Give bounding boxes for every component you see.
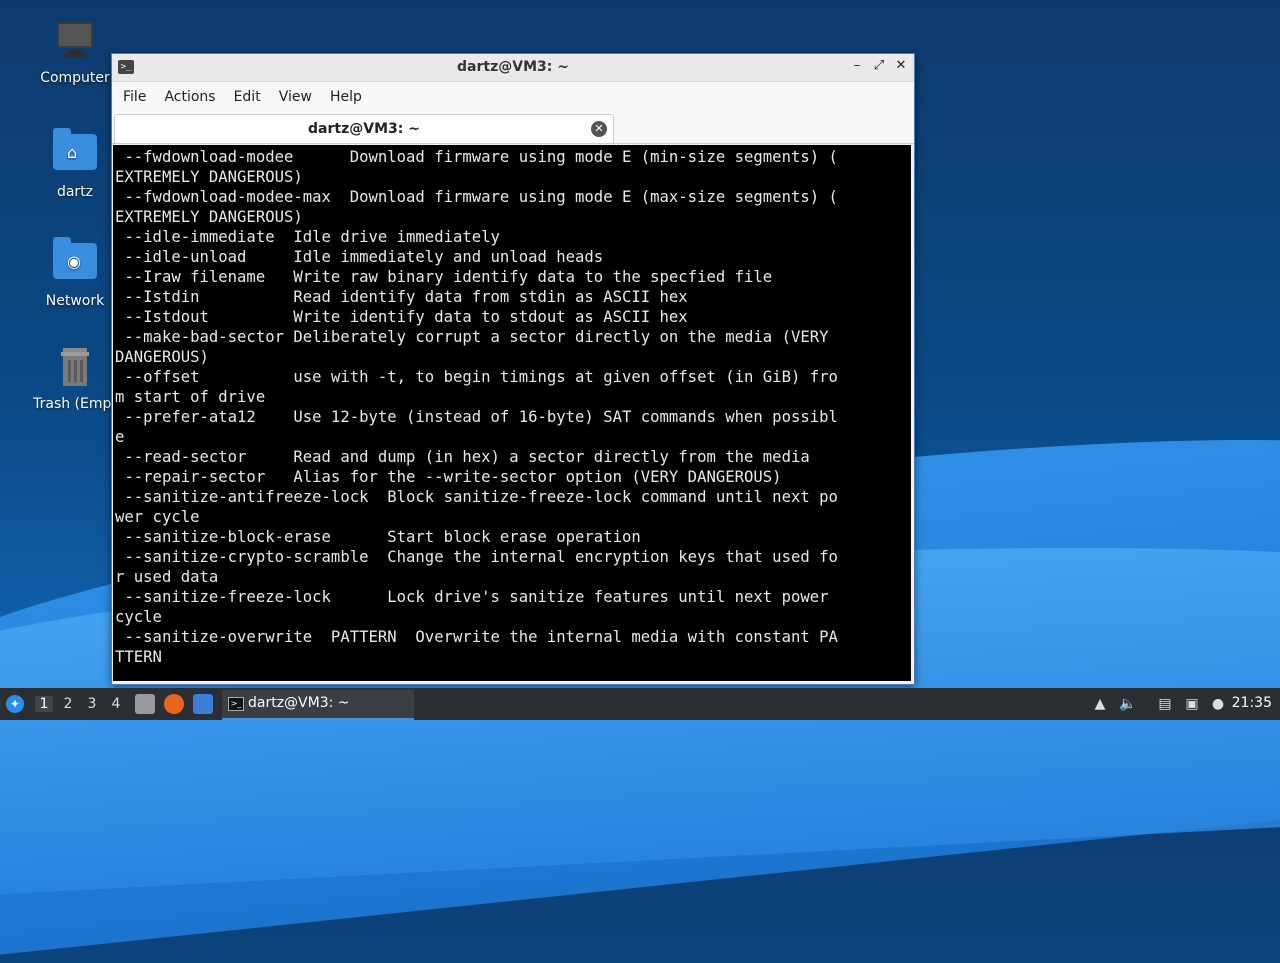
menu-edit[interactable]: Edit xyxy=(227,85,268,109)
menu-file[interactable]: File xyxy=(116,85,153,109)
desktop-icon-label: Trash (Empt xyxy=(33,396,117,412)
window-title: dartz@VM3: ~ xyxy=(457,59,569,75)
taskbar: ✦ 1 2 3 4 >_ dartz@VM3: ~ ▲ 🔈 ▤ ▣ ● 21:3… xyxy=(0,688,1280,720)
minimize-button[interactable]: – xyxy=(850,58,864,73)
notification-icon[interactable]: ● xyxy=(1209,695,1227,713)
computer-icon xyxy=(53,20,97,64)
taskbar-item-label: dartz@VM3: ~ xyxy=(248,695,350,711)
tab-label: dartz@VM3: ~ xyxy=(308,121,420,137)
terminal-line: EXTREMELY DANGEROUS) xyxy=(115,168,303,186)
menu-actions[interactable]: Actions xyxy=(157,85,222,109)
terminal-line: --make-bad-sector Deliberately corrupt a… xyxy=(115,328,829,346)
workspace-4[interactable]: 4 xyxy=(107,696,125,712)
menu-view[interactable]: View xyxy=(272,85,319,109)
terminal-line: --sanitize-overwrite PATTERN Overwrite t… xyxy=(115,628,838,646)
clock: 21:35 xyxy=(1231,695,1272,711)
tab-bar: dartz@VM3: ~ ✕ xyxy=(112,112,914,144)
terminal-line: TTERN xyxy=(115,648,162,666)
terminal-icon: >_ xyxy=(228,697,244,711)
trash-icon xyxy=(53,346,97,390)
tab-close-icon[interactable]: ✕ xyxy=(591,121,607,137)
terminal-output[interactable]: --fwdownload-modee Download firmware usi… xyxy=(113,145,911,681)
terminal-line: wer cycle xyxy=(115,508,200,526)
window-titlebar[interactable]: >_ dartz@VM3: ~ – ⤢ ✕ xyxy=(112,54,914,82)
home-folder-icon: ⌂ xyxy=(53,128,97,178)
desktop-icon-network[interactable]: ◉ Network xyxy=(30,237,120,309)
terminal-line: --sanitize-crypto-scramble Change the in… xyxy=(115,548,838,566)
terminal-line: DANGEROUS) xyxy=(115,348,209,366)
terminal-line: --repair-sector Alias for the --write-se… xyxy=(115,468,782,486)
terminal-line: r used data xyxy=(115,568,219,586)
terminal-line: cycle xyxy=(115,608,162,626)
desktop-icon-label: dartz xyxy=(56,184,94,200)
terminal-line: --fwdownload-modee Download firmware usi… xyxy=(115,148,838,166)
clipboard-icon[interactable]: ▤ xyxy=(1156,695,1174,713)
terminal-line: --read-sector Read and dump (in hex) a s… xyxy=(115,448,810,466)
desktop-icon-label: Computer xyxy=(40,70,110,86)
terminal-line: --offset use with -t, to begin timings a… xyxy=(115,368,838,386)
close-button[interactable]: ✕ xyxy=(894,58,908,73)
terminal-window: >_ dartz@VM3: ~ – ⤢ ✕ File Actions Edit … xyxy=(111,53,915,685)
tray-updates-icon[interactable]: ▲ xyxy=(1091,695,1109,713)
firefox-icon[interactable] xyxy=(164,694,184,714)
workspace-2[interactable]: 2 xyxy=(59,696,77,712)
terminal-line: EXTREMELY DANGEROUS) xyxy=(115,208,303,226)
terminal-line: --idle-unload Idle immediately and unloa… xyxy=(115,248,604,266)
desktop-icon-label: Network xyxy=(45,293,105,309)
terminal-line: e xyxy=(115,428,125,446)
tab-terminal[interactable]: dartz@VM3: ~ ✕ xyxy=(114,114,614,143)
terminal-line: --fwdownload-modee-max Download firmware… xyxy=(115,188,838,206)
terminal-line: --Iraw filename Write raw binary identif… xyxy=(115,268,773,286)
show-desktop-icon[interactable] xyxy=(193,694,213,714)
workspace-3[interactable]: 3 xyxy=(83,696,101,712)
network-icon[interactable]: ▣ xyxy=(1183,695,1201,713)
terminal-line: --sanitize-freeze-lock Lock drive's sani… xyxy=(115,588,829,606)
terminal-line: --Istdin Read identify data from stdin a… xyxy=(115,288,688,306)
taskbar-item-terminal[interactable]: >_ dartz@VM3: ~ xyxy=(222,690,414,720)
terminal-line: m start of drive xyxy=(115,388,266,406)
menu-bar: File Actions Edit View Help xyxy=(112,82,914,112)
workspace-1[interactable]: 1 xyxy=(35,696,53,712)
terminal-line: --prefer-ata12 Use 12-byte (instead of 1… xyxy=(115,408,838,426)
maximize-button[interactable]: ⤢ xyxy=(872,58,886,73)
terminal-line: --Istdout Write identify data to stdout … xyxy=(115,308,688,326)
terminal-line: --sanitize-block-erase Start block erase… xyxy=(115,528,641,546)
desktop-icon-computer[interactable]: Computer xyxy=(30,20,120,86)
desktop-icon-trash[interactable]: Trash (Empt xyxy=(30,346,120,412)
terminal-line: --idle-immediate Idle drive immediately xyxy=(115,228,500,246)
network-folder-icon: ◉ xyxy=(53,237,97,287)
start-menu-icon[interactable]: ✦ xyxy=(6,695,24,713)
desktop-icon-home[interactable]: ⌂ dartz xyxy=(30,128,120,200)
terminal-line: --sanitize-antifreeze-lock Block sanitiz… xyxy=(115,488,838,506)
file-manager-icon[interactable] xyxy=(135,694,155,714)
menu-help[interactable]: Help xyxy=(323,85,369,109)
volume-icon[interactable]: 🔈 xyxy=(1119,695,1137,713)
